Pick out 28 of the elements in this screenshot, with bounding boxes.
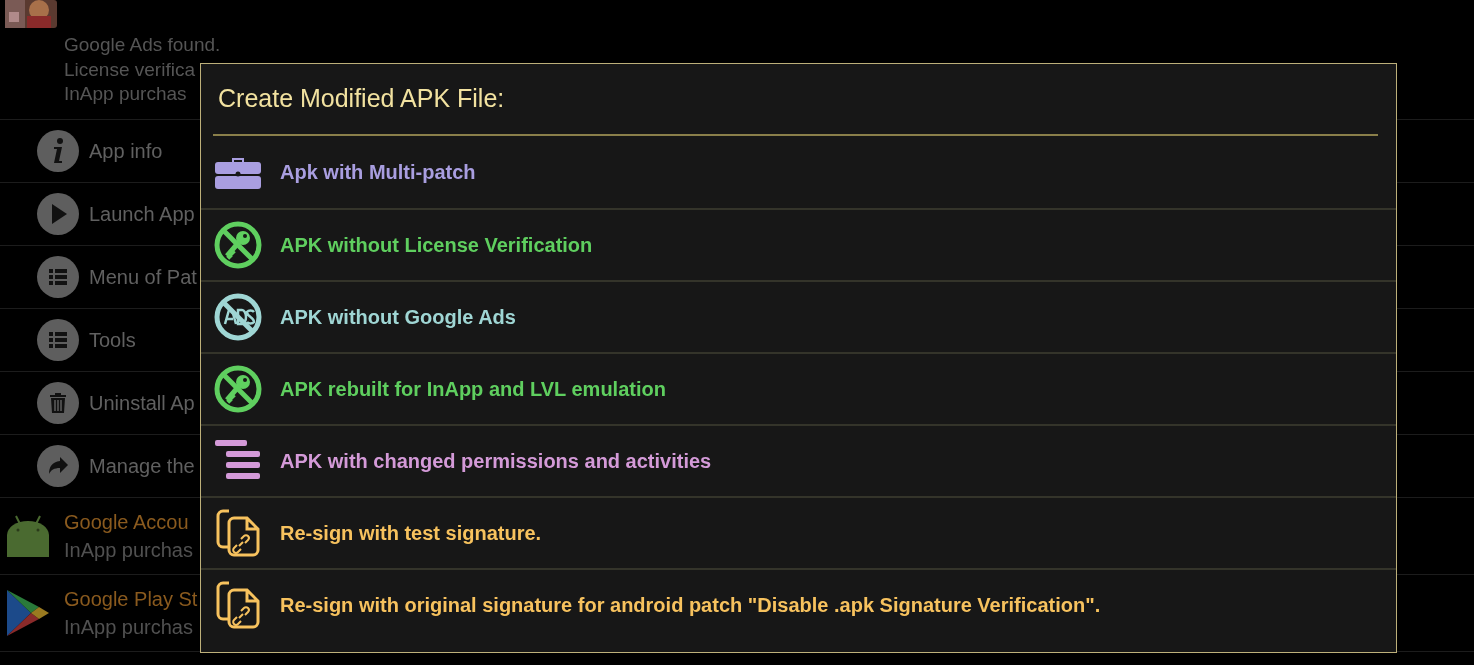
list-icon — [37, 256, 79, 298]
app-status-text: InApp purchas — [64, 538, 193, 563]
list-icon — [37, 319, 79, 361]
menu-option[interactable]: Apk with Multi-patch — [201, 136, 1396, 208]
dialog-title: Create Modified APK File: — [217, 83, 506, 115]
app-status-text: InApp purchas — [64, 82, 188, 106]
info-icon — [37, 130, 79, 172]
app-name: Google Accou — [64, 510, 190, 535]
menu-option[interactable]: Re-sign with original signature for android patch "Disable .apk Signature Verification". — [201, 568, 1396, 640]
menu-option[interactable]: Re-sign with test signature. — [201, 496, 1396, 568]
no-ads-icon — [214, 293, 262, 341]
menu-option[interactable]: APK with changed permissions and activities — [201, 424, 1396, 496]
linked-documents-icon — [215, 509, 261, 557]
menu-option[interactable]: APK without Google Ads — [201, 280, 1396, 352]
no-key-icon — [214, 365, 262, 413]
android-icon — [5, 513, 51, 559]
app-status-text: Google Ads found. — [64, 33, 221, 57]
menu-option[interactable]: APK without License Verification — [201, 208, 1396, 280]
trash-icon — [37, 382, 79, 424]
menu-option[interactable]: APK rebuilt for InApp and LVL emulation — [201, 352, 1396, 424]
app-status-text: InApp purchas — [64, 615, 194, 640]
app-name: Google Play St — [64, 587, 198, 612]
app-status-text: License verifica — [64, 57, 196, 82]
play-icon — [37, 193, 79, 235]
linked-documents-icon — [215, 581, 261, 629]
share-icon — [37, 445, 79, 487]
no-key-icon — [214, 221, 262, 269]
play-store-icon — [5, 588, 51, 638]
